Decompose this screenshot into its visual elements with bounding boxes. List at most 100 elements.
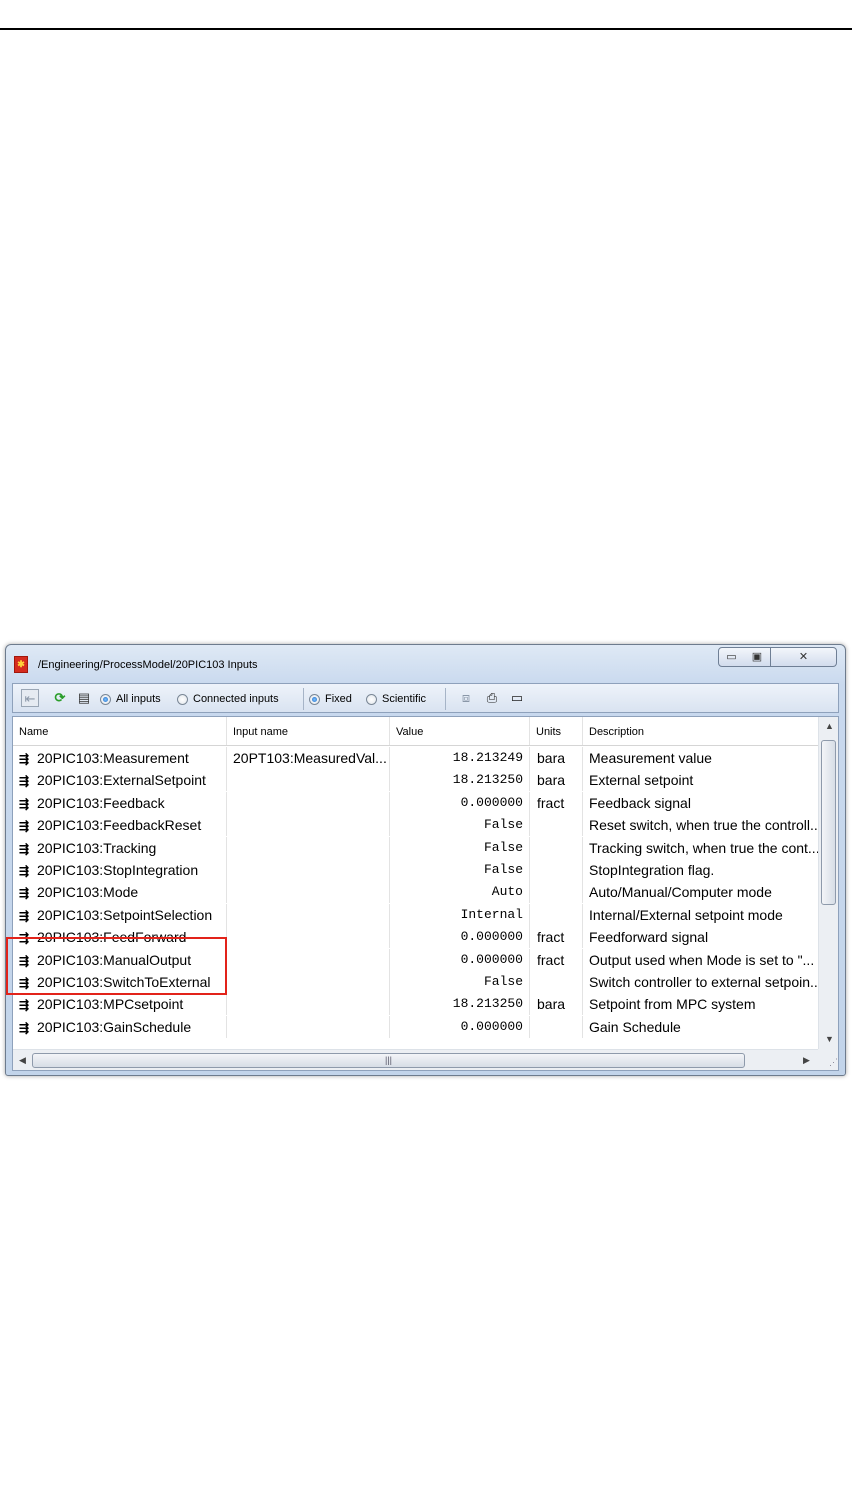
column-header-units[interactable]: Units: [530, 717, 583, 745]
cell-value[interactable]: False: [390, 859, 530, 881]
table-row[interactable]: ⇶ 20PIC103:GainSchedule 0.000000 Gain Sched…: [13, 1015, 818, 1038]
column-header-description[interactable]: Description: [583, 717, 818, 745]
cell-value[interactable]: Internal: [390, 903, 530, 926]
cell-description[interactable]: StopIntegration flag.: [583, 859, 818, 881]
cell-input-name[interactable]: [227, 859, 390, 881]
minimize-button[interactable]: ▭: [718, 647, 745, 667]
cell-value[interactable]: 18.213250: [390, 993, 530, 1016]
vertical-scroll-thumb[interactable]: [821, 740, 836, 905]
cell-value[interactable]: 0.000000: [390, 948, 530, 971]
cell-input-name[interactable]: [227, 881, 390, 904]
vertical-scrollbar[interactable]: ▲ ▼: [818, 717, 838, 1049]
radio-scientific[interactable]: Scientific: [366, 691, 426, 707]
cell-description[interactable]: Reset switch, when true the controll...: [583, 814, 818, 836]
scroll-up-icon[interactable]: ▲: [825, 721, 834, 731]
cell-value[interactable]: 0.000000: [390, 1015, 530, 1038]
cell-name[interactable]: ⇶ 20PIC103:FeedForward: [13, 926, 227, 949]
radio-all-inputs-indicator[interactable]: [100, 693, 111, 705]
cell-input-name[interactable]: [227, 948, 390, 971]
cell-input-name[interactable]: [227, 814, 390, 837]
horizontal-scroll-thumb[interactable]: |||: [32, 1053, 745, 1068]
cell-value[interactable]: 18.213250: [390, 769, 530, 792]
back-icon[interactable]: ⇤: [21, 689, 39, 707]
cell-description[interactable]: Feedforward signal: [583, 926, 818, 948]
scroll-right-icon[interactable]: ▶: [803, 1055, 810, 1066]
cell-name[interactable]: ⇶ 20PIC103:Measurement: [13, 747, 227, 769]
table-row[interactable]: ⇶ 20PIC103:SetpointSelection Internal Inter…: [13, 903, 818, 926]
cell-units[interactable]: [530, 1015, 583, 1038]
table-row[interactable]: ⇶ 20PIC103:Tracking False Tracking switch, …: [13, 836, 818, 859]
cell-name[interactable]: ⇶ 20PIC103:FeedbackReset: [13, 814, 227, 837]
cell-name[interactable]: ⇶ 20PIC103:SetpointSelection: [13, 903, 227, 926]
radio-connected-inputs[interactable]: Connected inputs: [177, 691, 279, 707]
cell-units[interactable]: [530, 836, 583, 859]
horizontal-scrollbar[interactable]: ◀ ||| ▶: [13, 1049, 818, 1070]
cell-name[interactable]: ⇶ 20PIC103:Tracking: [13, 836, 227, 859]
column-header-name[interactable]: Name: [13, 717, 227, 745]
radio-fixed[interactable]: Fixed: [309, 691, 352, 707]
scroll-left-icon[interactable]: ◀: [19, 1055, 26, 1066]
cell-units[interactable]: fract: [530, 791, 583, 814]
cell-input-name[interactable]: [227, 926, 390, 949]
cell-input-name[interactable]: [227, 903, 390, 926]
cell-description[interactable]: External setpoint: [583, 769, 818, 791]
table-row[interactable]: ⇶ 20PIC103:ManualOutput 0.000000 fract Outpu…: [13, 948, 818, 971]
column-header-value[interactable]: Value: [390, 717, 530, 745]
print-icon[interactable]: ⎙: [483, 689, 501, 707]
cell-value[interactable]: 0.000000: [390, 926, 530, 949]
cell-units[interactable]: fract: [530, 926, 583, 949]
cell-units[interactable]: [530, 881, 583, 904]
column-header-input-name[interactable]: Input name: [227, 717, 390, 745]
maximize-button[interactable]: ▣: [744, 647, 771, 667]
table-row[interactable]: ⇶ 20PIC103:FeedbackReset False Reset switch…: [13, 814, 818, 837]
window-icon[interactable]: ▭: [508, 689, 526, 707]
cell-input-name[interactable]: [227, 791, 390, 814]
cell-input-name[interactable]: [227, 1015, 390, 1038]
cell-value[interactable]: 18.213249: [390, 747, 530, 769]
table-row[interactable]: ⇶ 20PIC103:Mode Auto Auto/Manual/Computer m…: [13, 881, 818, 904]
cell-value[interactable]: False: [390, 814, 530, 837]
table-row[interactable]: ⇶ 20PIC103:Feedback 0.000000 fract Feedback …: [13, 791, 818, 814]
cell-units[interactable]: [530, 814, 583, 837]
cell-units[interactable]: [530, 903, 583, 926]
cell-value[interactable]: False: [390, 971, 530, 993]
radio-all-inputs[interactable]: All inputs: [100, 691, 161, 707]
cell-description[interactable]: Measurement value: [583, 747, 818, 769]
cell-name[interactable]: ⇶ 20PIC103:MPCsetpoint: [13, 993, 227, 1016]
cell-name[interactable]: ⇶ 20PIC103:Feedback: [13, 791, 227, 814]
cell-input-name[interactable]: [227, 993, 390, 1016]
scroll-down-icon[interactable]: ▼: [825, 1034, 834, 1044]
radio-scientific-indicator[interactable]: [366, 693, 377, 705]
title-bar[interactable]: ✱ /Engineering/ProcessModel/20PIC103 Inp…: [6, 645, 845, 681]
table-row[interactable]: ⇶ 20PIC103:Measurement 20PT103:MeasuredVal…: [13, 747, 818, 769]
cell-value[interactable]: False: [390, 836, 530, 859]
cell-name[interactable]: ⇶ 20PIC103:GainSchedule: [13, 1015, 227, 1038]
table-row[interactable]: ⇶ 20PIC103:MPCsetpoint 18.213250 bara Setpoi…: [13, 993, 818, 1016]
radio-fixed-indicator[interactable]: [309, 693, 320, 705]
radio-connected-inputs-indicator[interactable]: [177, 693, 188, 705]
cell-name[interactable]: ⇶ 20PIC103:SwitchToExternal: [13, 971, 227, 993]
close-button[interactable]: ✕: [771, 647, 837, 667]
cell-description[interactable]: Output used when Mode is set to "...: [583, 949, 818, 971]
cell-description[interactable]: Internal/External setpoint mode: [583, 904, 818, 926]
cell-description[interactable]: Switch controller to external setpoin...: [583, 971, 818, 993]
cell-value[interactable]: 0.000000: [390, 791, 530, 814]
table-row[interactable]: ⇶ 20PIC103:SwitchToExternal False Switch co…: [13, 971, 818, 993]
table-row[interactable]: ⇶ 20PIC103:ExternalSetpoint 18.213250 bara E…: [13, 769, 818, 792]
refresh-icon[interactable]: ⟳: [51, 689, 69, 707]
cell-input-name[interactable]: [227, 769, 390, 792]
connect-icon[interactable]: ⧈: [457, 689, 475, 707]
cell-input-name[interactable]: [227, 971, 390, 993]
cell-name[interactable]: ⇶ 20PIC103:ExternalSetpoint: [13, 769, 227, 792]
cell-name[interactable]: ⇶ 20PIC103:ManualOutput: [13, 948, 227, 971]
resize-grip-icon[interactable]: ⋰: [818, 1049, 838, 1070]
cell-description[interactable]: Setpoint from MPC system: [583, 993, 818, 1015]
cell-units[interactable]: bara: [530, 747, 583, 769]
cell-input-name[interactable]: [227, 836, 390, 859]
cell-units[interactable]: fract: [530, 948, 583, 971]
filter-icon[interactable]: ▤: [75, 689, 93, 707]
cell-description[interactable]: Gain Schedule: [583, 1016, 818, 1038]
cell-description[interactable]: Feedback signal: [583, 792, 818, 814]
cell-units[interactable]: bara: [530, 993, 583, 1016]
cell-description[interactable]: Tracking switch, when true the cont...: [583, 837, 818, 859]
